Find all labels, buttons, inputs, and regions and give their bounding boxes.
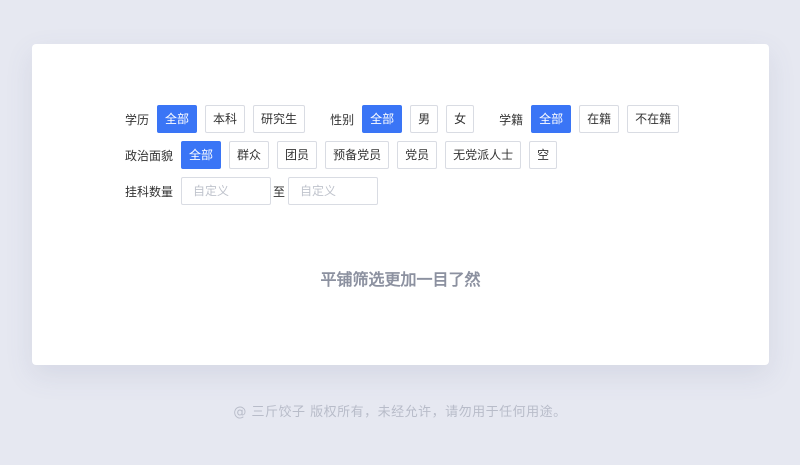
- failed-courses-min-input[interactable]: [181, 177, 272, 205]
- gender-option-female[interactable]: 女: [446, 105, 475, 133]
- political-option-party-member[interactable]: 党员: [397, 141, 438, 169]
- filter-row-1: 学历 全部 本科 研究生 性别 全部 男 女 学籍 全部 在籍 不在籍: [125, 105, 687, 133]
- gender-label: 性别: [330, 112, 355, 127]
- enrollment-option-all[interactable]: 全部: [531, 105, 572, 133]
- gender-option-male[interactable]: 男: [410, 105, 439, 133]
- failed-courses-max-input[interactable]: [288, 177, 379, 205]
- political-option-probationary-member[interactable]: 预备党员: [325, 141, 390, 169]
- enrollment-label: 学籍: [499, 112, 524, 127]
- political-option-league-member[interactable]: 团员: [277, 141, 318, 169]
- filter-card: 学历 全部 本科 研究生 性别 全部 男 女 学籍 全部 在籍 不在籍 政治面貌…: [32, 44, 769, 365]
- education-option-graduate[interactable]: 研究生: [253, 105, 306, 133]
- political-option-all[interactable]: 全部: [181, 141, 222, 169]
- tagline: 平铺筛选更加一目了然: [320, 270, 481, 289]
- enrollment-option-not-enrolled[interactable]: 不在籍: [627, 105, 680, 133]
- political-option-empty[interactable]: 空: [529, 141, 558, 169]
- education-label: 学历: [125, 112, 150, 127]
- political-filter: 政治面貌 全部 群众 团员 预备党员 党员 无党派人士 空: [125, 141, 565, 169]
- copyright-footer: @ 三斤饺子 版权所有，未经允许，请勿用于任何用途。: [233, 405, 567, 420]
- political-option-masses[interactable]: 群众: [229, 141, 270, 169]
- enrollment-filter: 学籍 全部 在籍 不在籍: [499, 105, 687, 133]
- range-separator: 至: [273, 184, 286, 199]
- filter-row-3: 挂科数量 至: [125, 177, 379, 205]
- education-filter: 学历 全部 本科 研究生: [125, 105, 313, 133]
- failed-courses-filter: 挂科数量 至: [125, 177, 379, 205]
- education-option-all[interactable]: 全部: [157, 105, 198, 133]
- gender-filter: 性别 全部 男 女: [330, 105, 482, 133]
- failed-courses-label: 挂科数量: [125, 184, 174, 199]
- education-option-bachelor[interactable]: 本科: [205, 105, 246, 133]
- enrollment-option-enrolled[interactable]: 在籍: [579, 105, 620, 133]
- political-option-non-party[interactable]: 无党派人士: [445, 141, 522, 169]
- political-label: 政治面貌: [125, 148, 174, 163]
- gender-option-all[interactable]: 全部: [362, 105, 403, 133]
- filter-row-2: 政治面貌 全部 群众 团员 预备党员 党员 无党派人士 空: [125, 141, 565, 169]
